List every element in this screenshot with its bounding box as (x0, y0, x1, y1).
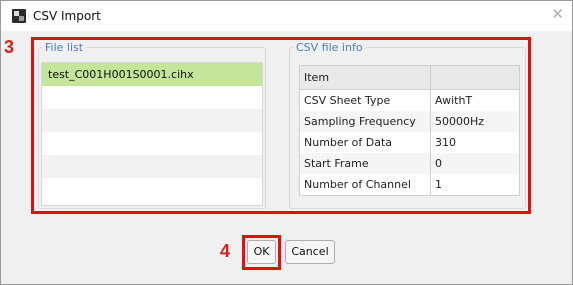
window-title: CSV Import (33, 9, 101, 23)
column-header-value (430, 65, 520, 90)
csv-info-table: Item CSV Sheet Type AwithT Sampling Freq… (299, 65, 520, 196)
column-header-item: Item (299, 65, 431, 90)
row-value: 310 (430, 132, 520, 153)
close-icon[interactable]: ✕ (551, 7, 564, 22)
table-row: Sampling Frequency 50000Hz (299, 111, 520, 132)
annotation-step-3: 3 (4, 37, 15, 57)
annotation-step-4: 4 (220, 241, 231, 261)
row-value: 1 (430, 174, 520, 196)
file-list-item[interactable] (42, 155, 262, 178)
title-bar: CSV Import ✕ (1, 1, 572, 31)
file-list[interactable]: test_C001H001S0001.cihx (41, 62, 263, 206)
csv-file-info-legend: CSV file info (296, 41, 363, 54)
file-list-item[interactable] (42, 178, 262, 201)
table-row: Number of Channel 1 (299, 174, 520, 196)
file-list-item[interactable] (42, 86, 262, 109)
row-label: Number of Data (299, 132, 431, 153)
cancel-button[interactable]: Cancel (285, 240, 335, 264)
file-list-item[interactable]: test_C001H001S0001.cihx (42, 63, 262, 86)
file-list-item[interactable] (42, 109, 262, 132)
row-value: 50000Hz (430, 111, 520, 132)
file-list-item[interactable] (42, 132, 262, 155)
csv-import-dialog: CSV Import ✕ 3 File list test_C001H001S0… (0, 0, 573, 285)
row-value: AwithT (430, 89, 520, 111)
row-label: Sampling Frequency (299, 111, 431, 132)
table-row: Start Frame 0 (299, 153, 520, 174)
app-icon (12, 9, 26, 23)
row-label: Number of Channel (299, 174, 431, 196)
table-header-row: Item (299, 65, 520, 90)
row-label: CSV Sheet Type (299, 89, 431, 111)
row-label: Start Frame (299, 153, 431, 174)
file-list-legend: File list (45, 41, 84, 54)
table-row: CSV Sheet Type AwithT (299, 89, 520, 111)
table-row: Number of Data 310 (299, 132, 520, 153)
row-value: 0 (430, 153, 520, 174)
ok-button[interactable]: OK (247, 240, 276, 264)
